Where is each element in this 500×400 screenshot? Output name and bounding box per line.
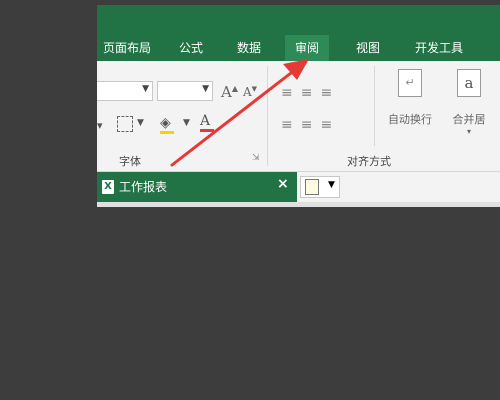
tab-developer[interactable]: 开发工具 <box>405 35 473 61</box>
tab-review[interactable]: 审阅 <box>285 35 330 61</box>
font-name-select[interactable]: ▼ <box>97 81 153 101</box>
align-top-icons[interactable]: ≡≡≡ <box>281 85 340 101</box>
borders-icon[interactable] <box>117 116 133 132</box>
fill-color-icon[interactable]: ◈ <box>160 115 174 134</box>
wrap-text-icon: ↵ <box>398 69 422 97</box>
group-label-font: 字体 <box>119 155 141 168</box>
merge-center-icon: a <box>457 69 481 97</box>
wrap-text-label: 自动换行 <box>388 113 432 126</box>
document-tab-bar: X 工作报表 × ▼ <box>97 172 500 202</box>
chevron-down-icon: ▾ <box>466 127 471 136</box>
font-color-icon[interactable]: A <box>200 113 214 132</box>
shrink-font-icon[interactable]: A▼ <box>243 85 257 99</box>
excel-file-icon: X <box>102 180 114 194</box>
tab-data[interactable]: 数据 <box>227 35 271 61</box>
grow-font-icon[interactable]: A▲ <box>221 83 238 101</box>
merge-center-button[interactable]: a 合并居 ▾ <box>442 69 496 136</box>
group-divider <box>267 66 268 166</box>
tab-page-layout[interactable]: 页面布局 <box>97 35 161 61</box>
group-label-align: 对齐方式 <box>347 155 391 168</box>
chevron-down-icon: ▼ <box>142 84 149 94</box>
bottom-strip <box>97 202 500 207</box>
document-name: 工作报表 <box>119 180 168 194</box>
close-icon[interactable]: × <box>277 176 289 192</box>
tab-view[interactable]: 视图 <box>346 35 390 61</box>
ribbon: ▼ ▼ A▲ A▼ ▾ ▼ ◈ ▼ A 字体 ⇲ ≡≡≡ ≡≡≡ ↵ 自动换行 … <box>97 61 500 172</box>
ribbon-tab-bar: 页面布局 公式 数据 审阅 视图 开发工具 <box>97 5 500 61</box>
excel-window-crop: 页面布局 公式 数据 审阅 视图 开发工具 ▼ ▼ A▲ A▼ ▾ ▼ ◈ ▼ … <box>97 5 500 207</box>
new-tab-icon <box>305 179 319 195</box>
chevron-down-icon: ▼ <box>202 84 209 94</box>
font-size-select[interactable]: ▼ <box>157 81 213 101</box>
group-divider <box>374 66 375 146</box>
wrap-text-button[interactable]: ↵ 自动换行 <box>383 69 437 127</box>
tab-formulas[interactable]: 公式 <box>169 35 213 61</box>
chevron-down-icon: ▼ <box>328 180 335 190</box>
dialog-launcher-icon[interactable]: ⇲ <box>252 153 260 163</box>
align-left-icons[interactable]: ≡≡≡ <box>281 117 340 133</box>
merge-center-label: 合并居 <box>452 113 486 126</box>
document-tab[interactable]: X 工作报表 × <box>97 172 297 202</box>
chevron-down-icon[interactable]: ▼ <box>137 118 144 128</box>
chevron-down-icon[interactable]: ▼ <box>183 118 190 128</box>
new-tab-button[interactable]: ▼ <box>300 176 340 198</box>
chevron-down-icon[interactable]: ▾ <box>97 119 103 132</box>
